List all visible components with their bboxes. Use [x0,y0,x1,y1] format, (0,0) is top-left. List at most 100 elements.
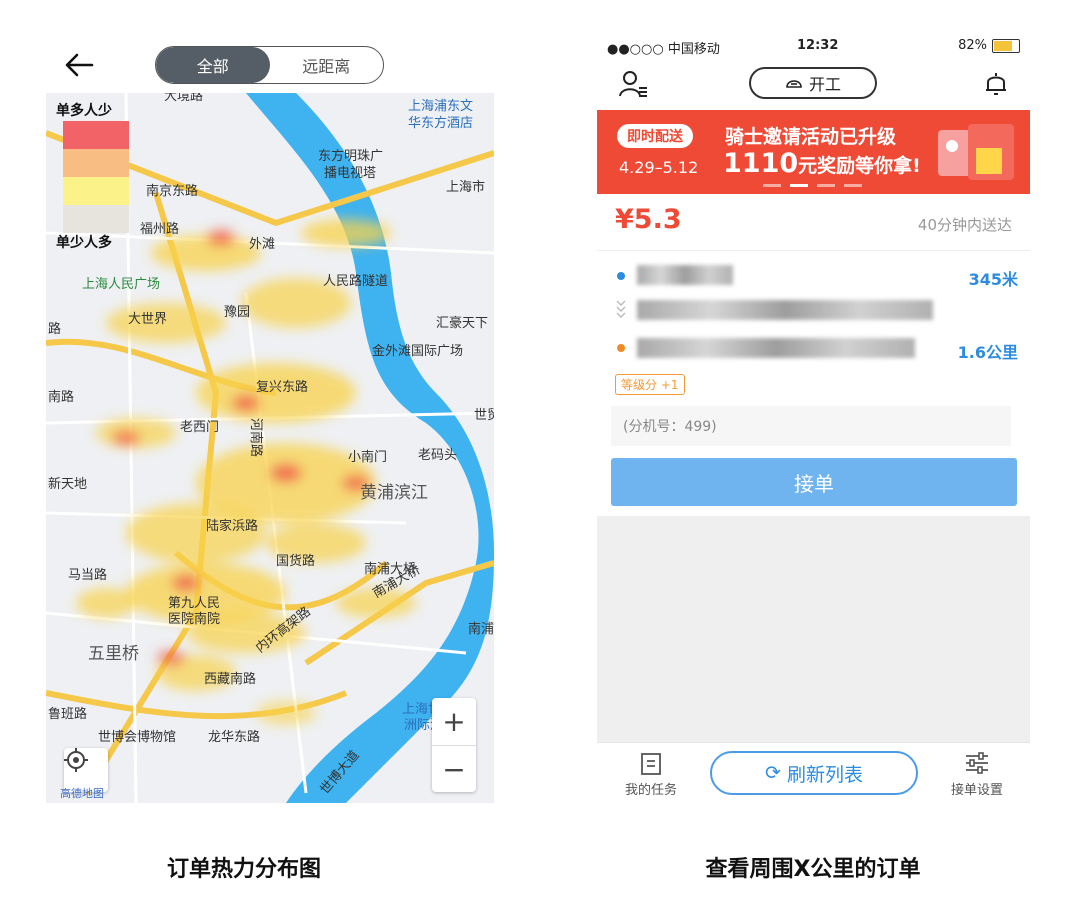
tab-my-tasks[interactable]: 我的任务 [611,751,691,798]
map-label: 复兴东路 [256,379,308,395]
map-label: 黄浦滨江 [360,483,428,503]
map-label: 河南路 [248,418,264,457]
map-label: 金外滩国际广场 [372,343,463,359]
map-label: 老西门 [180,420,219,435]
dropoff-dot-icon [617,344,625,352]
banner-tag: 即时配送 [617,124,693,148]
tab-order-settings-label: 接单设置 [950,783,1003,798]
extension-note: (分机号：499) [611,406,1011,446]
sliders-icon [966,752,988,774]
right-caption: 查看周围X公里的订单 [705,857,921,882]
tab-all[interactable]: 全部 [156,47,270,83]
banner-dates: 4.29–5.12 [619,158,699,177]
battery-percent: 82% [958,38,987,53]
order-price: ¥5.3 [615,204,682,235]
crosshair-icon [64,748,88,772]
map-label: 上海人民广场 [82,277,160,292]
map-provider-logo: 高德地图 [60,787,104,800]
map-label: 新天地 [48,476,87,492]
map-label: 路 [48,321,61,337]
pager-dot[interactable] [790,184,808,187]
status-right: 82% [958,38,1020,53]
pager-dot[interactable] [817,184,835,187]
map-label: 世贸 [474,408,494,423]
accept-order-button[interactable]: 接单 [611,458,1017,506]
map-label: 鲁班路 [48,706,87,722]
pickup-dot-icon [617,272,625,280]
zoom-control: + − [432,698,476,792]
map-label: 小南门 [348,449,387,465]
start-work-button[interactable]: 开工 [749,67,877,99]
pickup-distance: 345米 [968,270,1018,289]
order-header: ¥5.3 40分钟内送达 [597,200,1030,251]
map-label: 龙华东路 [208,729,260,745]
map-label: 大境路 [164,93,203,104]
tab-my-tasks-label: 我的任务 [624,783,677,798]
filter-segmented-control: 全部 远距离 [155,46,384,84]
start-work-label: 开工 [808,75,841,94]
order-list-screen: ●●○○○ 中国移动 12:32 82% 开工 即时配送 骑士邀请活动已升级 4… [597,30,1030,806]
map-label: 南浦 [468,621,494,637]
map-label: 世博会博物馆 [98,730,176,745]
pager-dot[interactable] [763,184,781,187]
map-label: 南京东路 [146,183,198,199]
user-menu-icon[interactable] [619,70,649,98]
zoom-out-button[interactable]: − [432,746,476,793]
refresh-label: 刷新列表 [786,763,863,786]
clock: 12:32 [797,38,839,53]
map-label: 东方明珠广 [318,148,383,164]
map-label: 华东方酒店 [408,115,473,131]
dropoff-address-redacted [637,338,915,358]
map-label: 汇豪天下 [436,315,488,331]
carrier-label: ●●○○○ 中国移动 [607,42,720,57]
map-label: 南路 [48,389,74,405]
map-label: 豫园 [224,305,250,320]
map-label: 上海市 [446,179,485,195]
map-label: 老码头 [418,448,457,463]
map-label: 外滩 [249,237,275,252]
list-empty-area [597,516,1030,742]
dropoff-distance: 1.6公里 [957,343,1018,362]
promo-banner[interactable]: 即时配送 骑士邀请活动已升级 4.29–5.12 1110元奖励等你拿! [597,110,1030,194]
refresh-icon: ⟳ [765,762,781,784]
top-nav: 开工 [597,66,1030,106]
legend-swatch-warm [63,149,129,177]
legend-top-label: 单多人少 [56,103,112,119]
grade-badge: 等级分 +1 [615,374,685,395]
back-arrow-icon[interactable] [62,50,98,80]
banner-pager [763,184,862,187]
map-label: 五里桥 [88,644,139,664]
clipboard-icon [641,753,661,775]
legend-swatch-mild [63,177,129,205]
map-label: 医院南院 [168,611,220,627]
map-label: 人民路隧道 [323,273,388,289]
pickup-address-redacted [637,265,733,285]
helmet-icon [786,80,802,88]
map-label: 大世界 [128,312,167,327]
order-eta: 40分钟内送达 [917,216,1012,234]
map-label: 国货路 [276,553,315,569]
zoom-in-button[interactable]: + [432,698,476,746]
map-label: 陆家浜路 [206,518,258,534]
heat-legend: 单多人少 单少人多 [56,101,136,253]
bell-icon[interactable] [984,70,1008,98]
map-label: 马当路 [68,567,107,583]
gift-illustration-icon [938,124,1014,180]
legend-swatch-hot [63,121,129,149]
tab-long-distance[interactable]: 远距离 [270,47,384,83]
route-chevrons-icon [616,300,626,318]
heat-map[interactable]: 大境路 上海浦东文 华东方酒店 东方明珠广 播电视塔 南京东路 福州路 上海市 … [46,93,494,803]
banner-reward: 1110元奖励等你拿! [723,148,921,179]
tab-order-settings[interactable]: 接单设置 [937,751,1017,798]
legend-bottom-label: 单少人多 [56,235,112,251]
pager-dot[interactable] [844,184,862,187]
battery-icon [992,38,1020,53]
left-caption: 订单热力分布图 [166,857,321,882]
map-label: 上海浦东文 [408,99,473,114]
refresh-list-button[interactable]: ⟳ 刷新列表 [710,751,918,795]
legend-swatch-cool [63,205,129,233]
route-detail-redacted [637,300,933,320]
banner-headline: 骑士邀请活动已升级 [725,126,897,148]
heatmap-panel: 全部 远距离 大境路 上海浦东文 华东方酒店 东方明珠广 播电视塔 南京东路 福… [0,0,540,916]
status-bar: ●●○○○ 中国移动 12:32 82% [597,38,1030,58]
